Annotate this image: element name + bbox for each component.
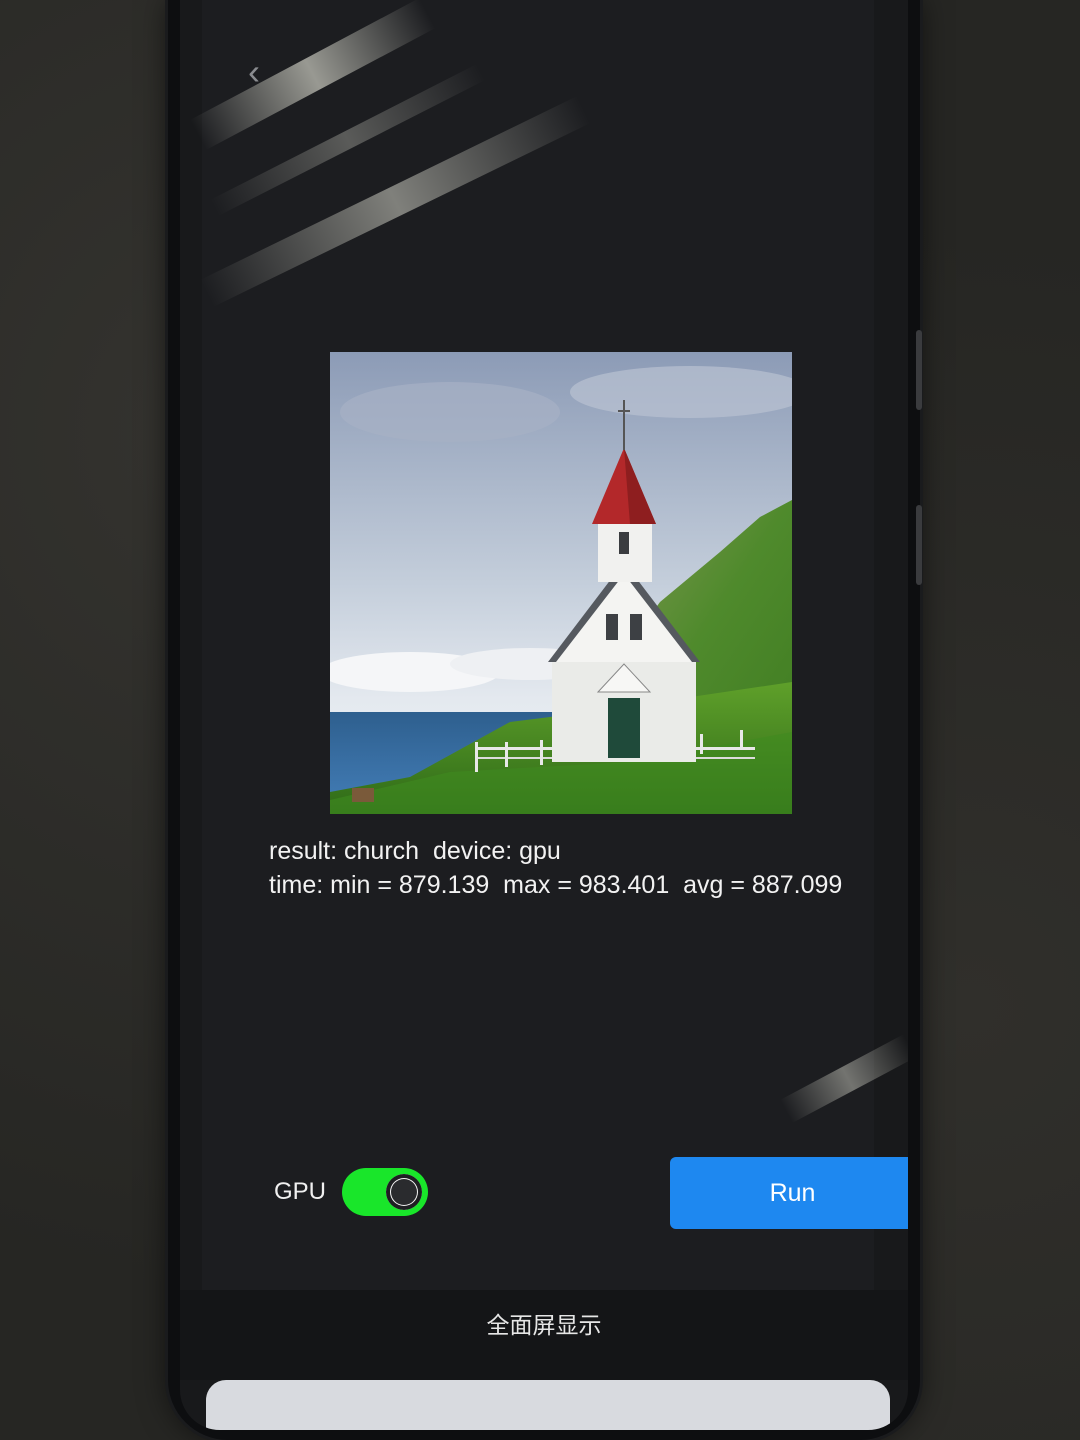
phone-side-button [916,505,922,585]
fullscreen-display-button[interactable]: 全面屏显示 [180,1306,908,1340]
church-photo [330,352,792,814]
phone-screen: ‹ result: church device: gpu time: min =… [180,0,908,1430]
phone-side-button [916,330,922,410]
gpu-toggle[interactable] [342,1168,428,1216]
toggle-knob-center [391,1179,417,1205]
bottom-edge-strip [206,1380,890,1430]
toggle-knob [386,1174,422,1210]
gpu-label: GPU [274,1178,327,1205]
result-text: result: church device: gpu time: min = 8… [269,834,908,902]
result-line: result: church device: gpu [269,837,561,865]
app-area: ‹ result: church device: gpu time: min =… [202,0,908,1290]
classified-image [330,352,792,814]
time-line: time: min = 879.139 max = 983.401 avg = … [269,871,843,899]
run-button[interactable]: Run [670,1157,908,1229]
